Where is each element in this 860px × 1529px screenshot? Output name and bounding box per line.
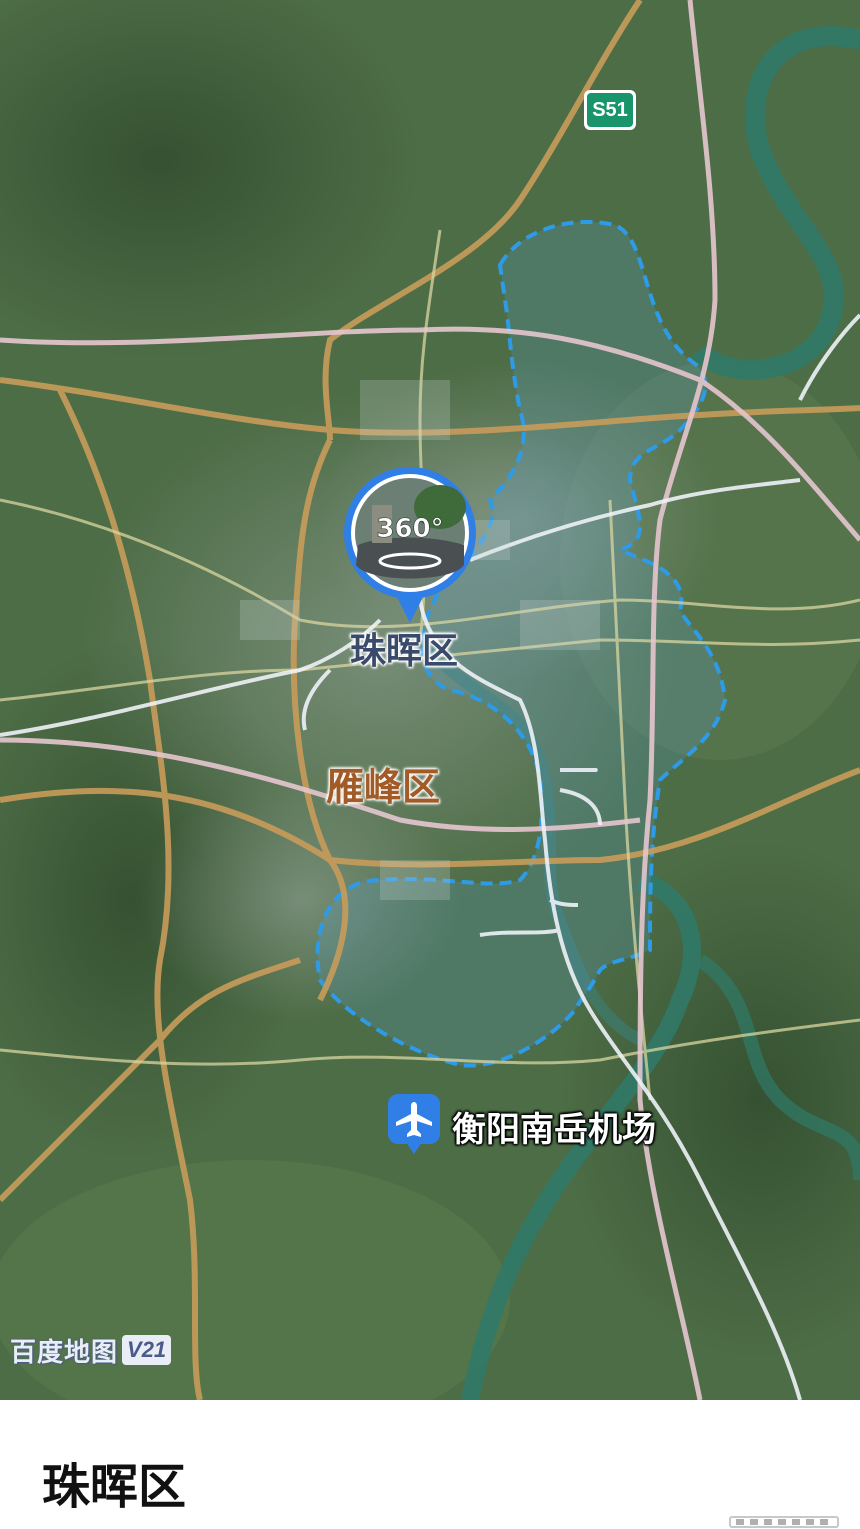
district-label-zhuhui[interactable]: 珠晖区 (350, 622, 458, 674)
panorama-360-icon[interactable]: 360° (342, 465, 478, 625)
watermark-text: 百度地图 (10, 1337, 119, 1368)
satellite-map[interactable]: S51 360° 珠晖区 雁峰区 衡阳南岳机场 百度地图 V21 (0, 0, 860, 1400)
watermark-version: V21 (122, 1335, 172, 1365)
district-label-yanfeng[interactable]: 雁峰区 (326, 756, 440, 811)
baidu-map-watermark: 百度地图 V21 (10, 1332, 172, 1368)
airplane-icon[interactable] (386, 1092, 442, 1156)
sheet-handle-icon[interactable] (728, 1515, 840, 1529)
airport-label[interactable]: 衡阳南岳机场 (452, 1102, 656, 1151)
highway-shield-label: S51 (587, 93, 633, 127)
panorama-badge-text: 360° (376, 514, 443, 544)
highway-shield-s51: S51 (584, 90, 636, 130)
sheet-title: 珠晖区 (42, 1459, 187, 1515)
satellite-imagery (0, 0, 860, 1400)
